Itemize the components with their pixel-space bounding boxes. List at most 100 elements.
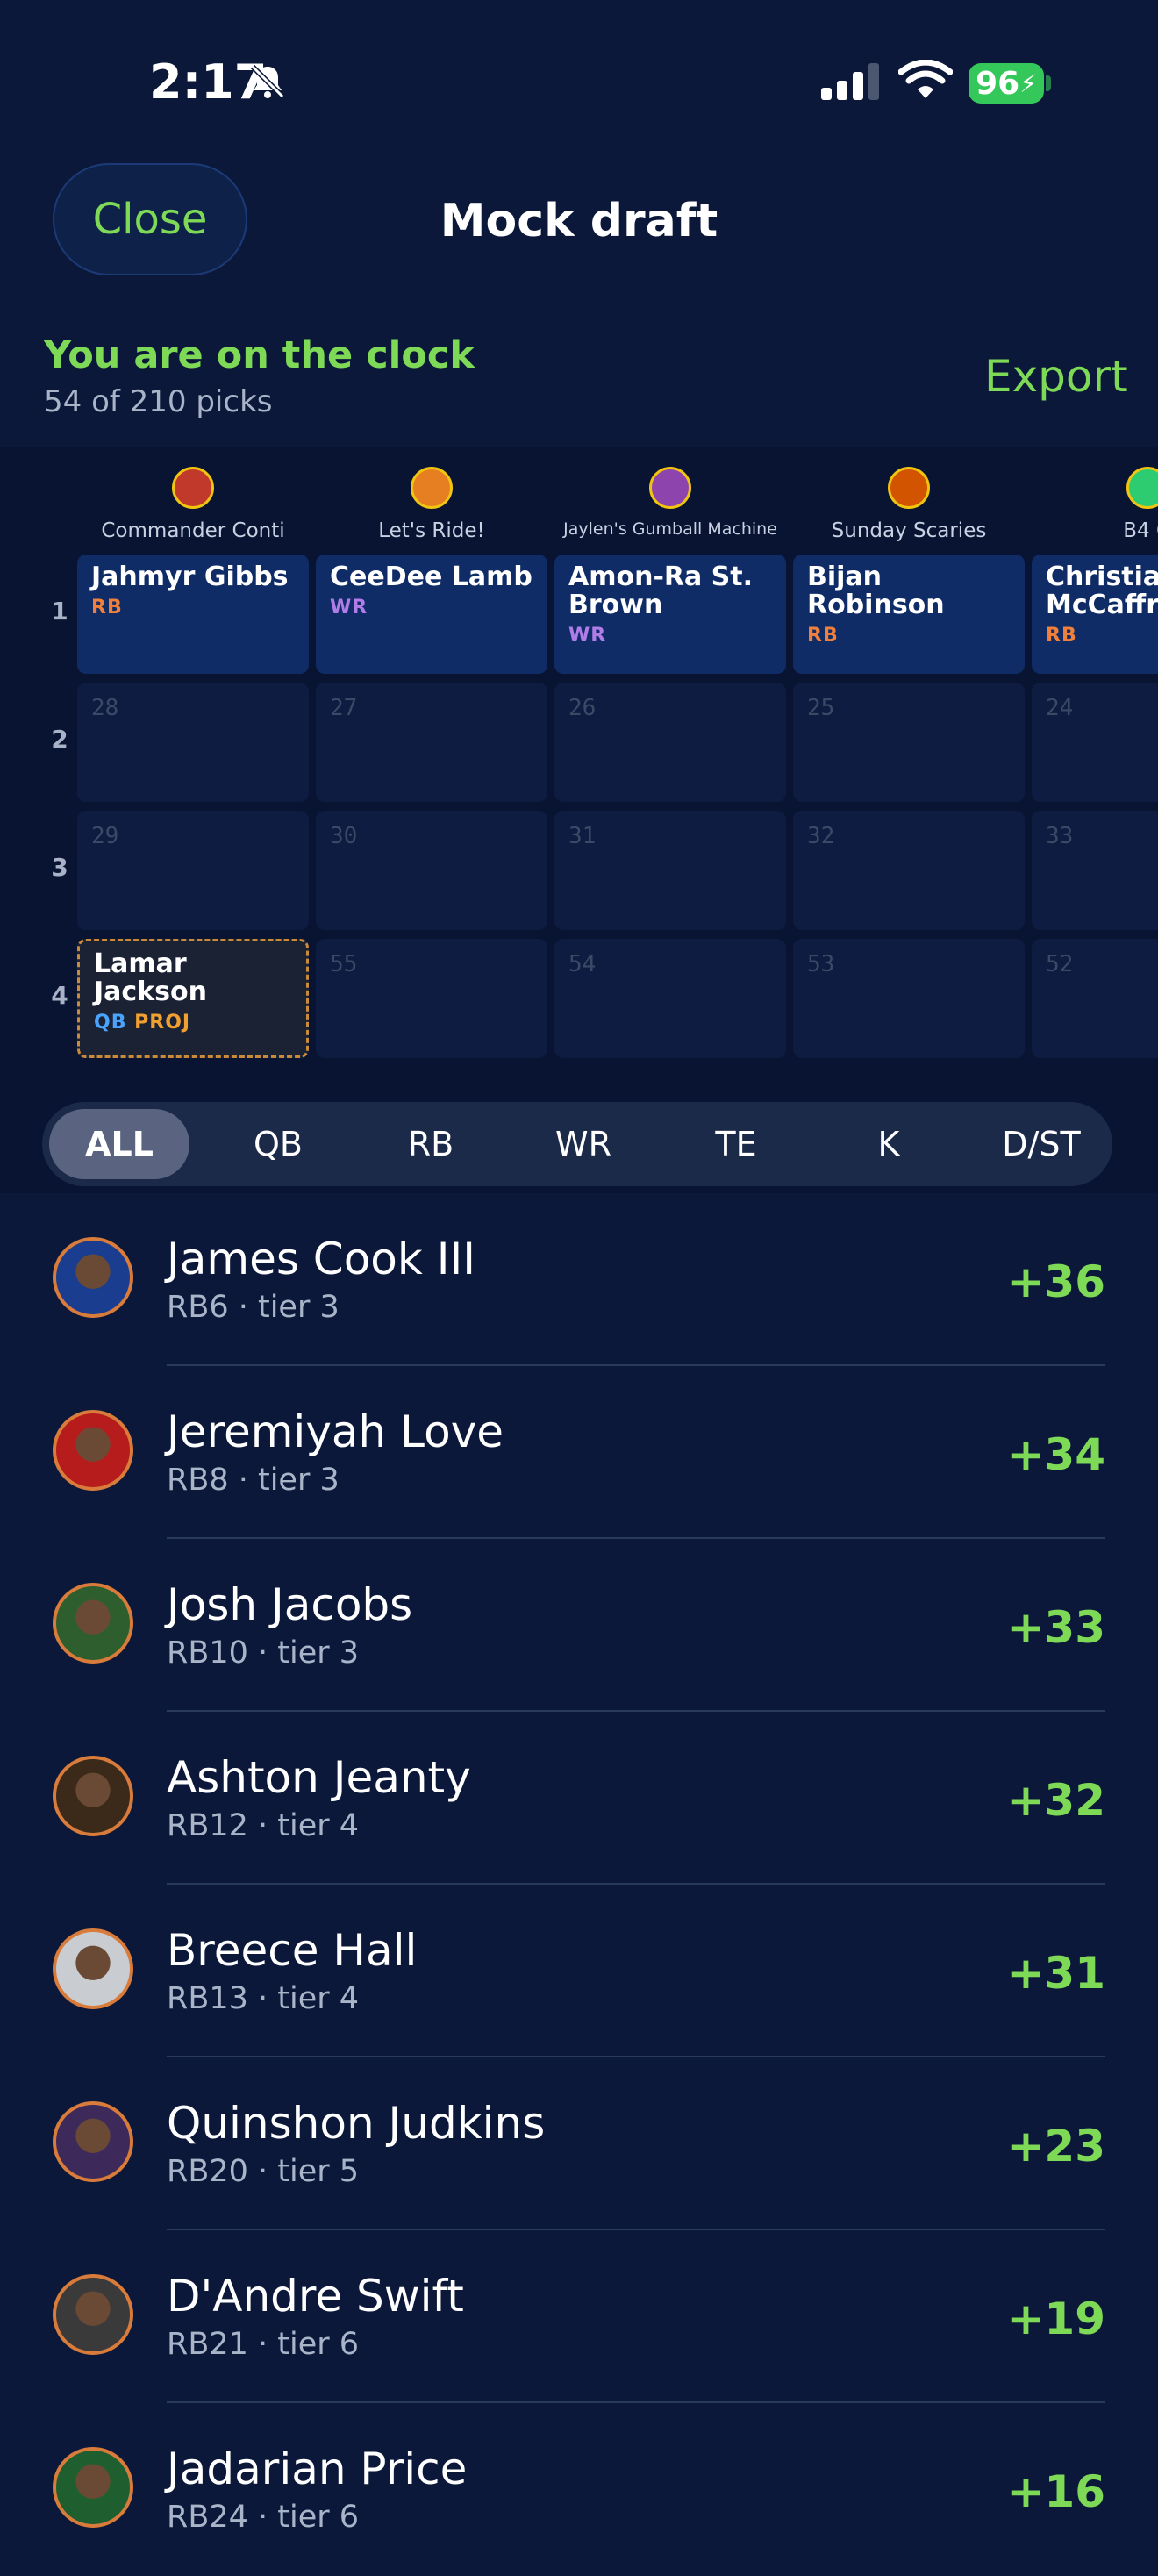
- empty-pick-cell[interactable]: 29: [77, 811, 309, 930]
- bell-muted-icon: [250, 64, 285, 99]
- player-avatar: [53, 2447, 133, 2528]
- team-name: Commander Conti: [101, 519, 285, 542]
- battery-icon: 96 ⚡: [969, 63, 1044, 104]
- player-rank-tier: RB8 · tier 3: [167, 1463, 340, 1498]
- empty-pick-cell[interactable]: 55: [316, 939, 547, 1058]
- drafted-player-name: Jahmyr Gibbs RB: [91, 563, 302, 622]
- player-row[interactable]: D'Andre Swift RB21 · tier 6 +19: [0, 2230, 1158, 2403]
- player-name: Quinshon Judkins: [167, 2098, 546, 2149]
- pick-number: 28: [91, 695, 119, 721]
- team-logo: [649, 467, 691, 509]
- player-avatar: [53, 1583, 133, 1664]
- player-avatar: [53, 1756, 133, 1836]
- pick-number: 26: [568, 695, 597, 721]
- team-name: B4 G: [1123, 519, 1158, 542]
- battery-tip: [1046, 75, 1051, 91]
- filter-chip-rb[interactable]: RB: [354, 1109, 507, 1179]
- filter-chip-te[interactable]: TE: [660, 1109, 812, 1179]
- empty-pick-cell[interactable]: 54: [554, 939, 786, 1058]
- empty-pick-cell[interactable]: 27: [316, 683, 547, 802]
- pick-number: 30: [330, 823, 358, 849]
- team-logo: [411, 467, 453, 509]
- player-name-text: Jahmyr Gibbs: [91, 562, 289, 592]
- player-rank-tier: RB6 · tier 3: [167, 1290, 340, 1325]
- draft-pick-cell[interactable]: Jahmyr Gibbs RB: [77, 555, 309, 674]
- filter-chip-k[interactable]: K: [812, 1109, 965, 1179]
- on-the-clock-message: You are on the clock: [44, 333, 475, 377]
- filter-chip-wr[interactable]: WR: [507, 1109, 660, 1179]
- player-rank-tier: RB13 · tier 4: [167, 1981, 360, 2016]
- draft-pick-cell[interactable]: Christian McCaffre RB: [1032, 555, 1158, 674]
- value-score: +23: [1007, 2121, 1105, 2172]
- pick-number: 53: [807, 951, 835, 977]
- value-score: +19: [1007, 2293, 1105, 2344]
- team-logo: [172, 467, 214, 509]
- empty-pick-cell[interactable]: 53: [793, 939, 1025, 1058]
- team-header[interactable]: B4 G: [1027, 447, 1158, 542]
- drafted-player-name: Lamar Jackson QB PROJ: [94, 950, 299, 1037]
- pick-number: 31: [568, 823, 597, 849]
- filter-chip-qb[interactable]: QB: [202, 1109, 354, 1179]
- battery-level: 96: [976, 65, 1020, 102]
- close-button[interactable]: Close: [53, 163, 247, 275]
- player-name-text: Christian McCaffre: [1046, 562, 1158, 620]
- value-score: +16: [1007, 2466, 1105, 2517]
- draft-pick-cell[interactable]: Lamar Jackson QB PROJ: [77, 939, 309, 1058]
- empty-pick-cell[interactable]: 24: [1032, 683, 1158, 802]
- team-header[interactable]: Let's Ride!: [311, 447, 552, 542]
- player-row[interactable]: Ashton Jeanty RB12 · tier 4 +32: [0, 1712, 1158, 1885]
- draft-board[interactable]: Commander Conti Let's Ride! Jaylen's Gumba…: [0, 447, 1158, 1088]
- team-name: Let's Ride!: [378, 519, 485, 542]
- player-row[interactable]: Jadarian Price RB24 · tier 6 +16: [0, 2403, 1158, 2576]
- pick-number: 33: [1046, 823, 1074, 849]
- player-name: Jadarian Price: [167, 2444, 468, 2494]
- player-row[interactable]: James Cook III RB6 · tier 3 +36: [0, 1193, 1158, 1366]
- team-name: Sunday Scaries: [831, 519, 987, 542]
- page-title: Mock draft: [440, 195, 718, 247]
- player-row[interactable]: Josh Jacobs RB10 · tier 3 +33: [0, 1539, 1158, 1712]
- draft-pick-cell[interactable]: CeeDee Lamb WR: [316, 555, 547, 674]
- empty-pick-cell[interactable]: 31: [554, 811, 786, 930]
- projection-badge: PROJ: [126, 1012, 191, 1034]
- draft-pick-cell[interactable]: Amon-Ra St. Brown WR: [554, 555, 786, 674]
- player-rank-tier: RB24 · tier 6: [167, 2500, 360, 2535]
- pick-number: 54: [568, 951, 597, 977]
- pick-number: 29: [91, 823, 119, 849]
- player-avatar: [53, 2274, 133, 2355]
- player-name: James Cook III: [167, 1234, 475, 1284]
- player-rank-tier: RB20 · tier 5: [167, 2154, 360, 2189]
- empty-pick-cell[interactable]: 25: [793, 683, 1025, 802]
- filter-chip-dst[interactable]: D/ST: [965, 1109, 1118, 1179]
- empty-pick-cell[interactable]: 33: [1032, 811, 1158, 930]
- empty-pick-cell[interactable]: 30: [316, 811, 547, 930]
- export-button[interactable]: Export: [984, 351, 1128, 402]
- team-header[interactable]: Sunday Scaries: [789, 447, 1029, 542]
- player-avatar: [53, 2101, 133, 2182]
- position-badge: WR: [330, 597, 368, 619]
- value-score: +33: [1007, 1602, 1105, 1653]
- empty-pick-cell[interactable]: 52: [1032, 939, 1158, 1058]
- empty-pick-cell[interactable]: 28: [77, 683, 309, 802]
- player-name: Josh Jacobs: [167, 1579, 413, 1630]
- cellular-signal-icon: [821, 63, 879, 100]
- position-filter: ALL QB RB WR TE K D/ST: [42, 1102, 1112, 1186]
- team-header[interactable]: Jaylen's Gumball Machine: [550, 447, 790, 539]
- player-row[interactable]: Quinshon Judkins RB20 · tier 5 +23: [0, 2057, 1158, 2230]
- drafted-player-name: CeeDee Lamb WR: [330, 563, 540, 622]
- team-header[interactable]: Commander Conti: [73, 447, 313, 542]
- position-badge: RB: [807, 625, 839, 647]
- team-name: Jaylen's Gumball Machine: [563, 519, 777, 539]
- player-row[interactable]: Breece Hall RB13 · tier 4 +31: [0, 1885, 1158, 2057]
- draft-pick-cell[interactable]: Bijan Robinson RB: [793, 555, 1025, 674]
- drafted-player-name: Christian McCaffre RB: [1046, 563, 1158, 650]
- pick-number: 55: [330, 951, 358, 977]
- player-avatar: [53, 1410, 133, 1491]
- empty-pick-cell[interactable]: 32: [793, 811, 1025, 930]
- round-label: 3: [51, 853, 68, 882]
- drafted-player-name: Amon-Ra St. Brown WR: [568, 563, 779, 650]
- filter-chip-all[interactable]: ALL: [49, 1109, 189, 1179]
- pick-number: 24: [1046, 695, 1074, 721]
- empty-pick-cell[interactable]: 26: [554, 683, 786, 802]
- player-name: Jeremiyah Love: [167, 1406, 504, 1457]
- player-row[interactable]: Jeremiyah Love RB8 · tier 3 +34: [0, 1366, 1158, 1539]
